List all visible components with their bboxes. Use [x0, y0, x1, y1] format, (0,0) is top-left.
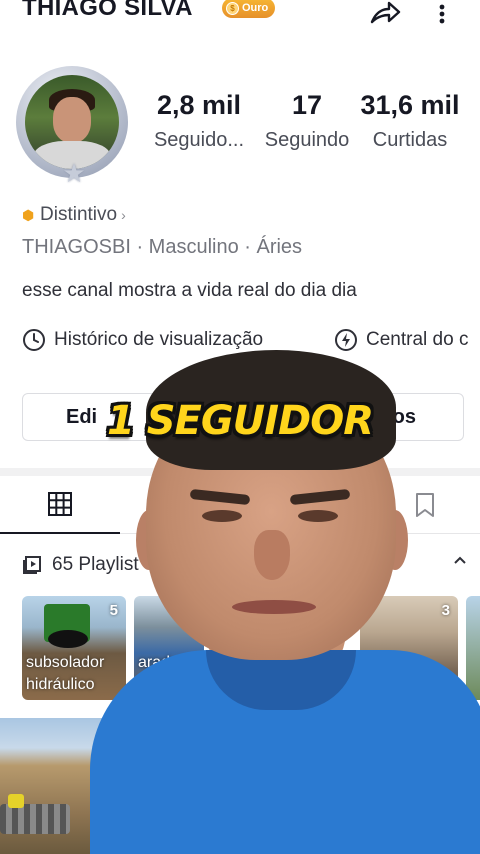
star-icon: ★	[62, 158, 86, 188]
tab-videos[interactable]	[0, 476, 120, 534]
playlist-video-count: 3	[441, 602, 450, 619]
playlists-count-label: 65 Playlist	[52, 554, 139, 575]
playlist-card[interactable]: 5 subsolador hidráulico	[22, 596, 126, 700]
profile-links: Histórico de visualização Central do c	[22, 328, 480, 358]
chevron-up-icon[interactable]	[452, 552, 468, 568]
bookmark-icon	[416, 493, 434, 517]
playlist-icon	[23, 556, 41, 574]
grid-icon	[48, 492, 72, 516]
ouro-badge[interactable]: $ Ouro	[222, 0, 276, 18]
central-label: Central do c	[366, 329, 469, 350]
top-bar: THIAGO SILVA $ Ouro	[0, 0, 480, 30]
playlist-card[interactable]: arado bacia	[134, 596, 204, 700]
more-icon[interactable]	[432, 2, 452, 26]
followers-label: Seguido...	[153, 129, 245, 151]
avatar[interactable]: ★	[16, 66, 132, 186]
tab-saved[interactable]	[400, 476, 450, 534]
following-stat[interactable]: 17 Seguindo	[256, 90, 358, 152]
content-tabs	[0, 476, 480, 534]
share-icon[interactable]	[368, 0, 402, 26]
profile-username: THIAGO SILVA	[22, 0, 193, 21]
section-divider	[0, 468, 480, 476]
ouro-badge-label: Ouro	[242, 2, 269, 14]
history-link[interactable]: Histórico de visualização	[22, 328, 263, 352]
history-label: Histórico de visualização	[54, 329, 264, 350]
central-link[interactable]: Central do c	[334, 328, 468, 352]
playlist-title: subsolador hidráulico	[26, 654, 105, 693]
profile-bio: esse canal mostra a vida real do dia dia	[22, 280, 357, 301]
video-caption: 1 SEGUIDOR	[106, 398, 374, 444]
following-count: 17	[291, 90, 323, 120]
playlist-thumbnail	[44, 604, 90, 648]
distintivo-icon: ⬢	[22, 207, 35, 223]
coin-icon: $	[226, 1, 239, 15]
distintivo-label: Distintivo	[40, 204, 118, 225]
followers-stat[interactable]: 2,8 mil Seguido...	[148, 90, 250, 152]
avatar-photo	[25, 75, 119, 169]
playlist-video-count: 5	[109, 602, 118, 619]
followers-count: 2,8 mil	[156, 90, 242, 120]
likes-stat[interactable]: 31,6 mil Curtidas	[360, 90, 460, 152]
profile-meta: THIAGOSBI · Masculino · Áries	[22, 236, 303, 258]
likes-label: Curtidas	[372, 129, 448, 151]
playlist-card[interactable]	[466, 596, 480, 700]
chevron-right-icon: ›	[121, 207, 126, 223]
playlists-header[interactable]: 65 Playlist	[22, 552, 468, 578]
playlist-card[interactable]: 3	[360, 596, 458, 700]
central-icon	[335, 329, 357, 351]
video-thumbnail[interactable]	[0, 718, 160, 854]
likes-count: 31,6 mil	[360, 90, 460, 120]
playlist-title: arado bacia	[138, 654, 179, 693]
following-label: Seguindo	[264, 129, 350, 151]
distintivo-link[interactable]: ⬢ Distintivo ›	[22, 204, 126, 226]
history-icon	[23, 329, 45, 351]
